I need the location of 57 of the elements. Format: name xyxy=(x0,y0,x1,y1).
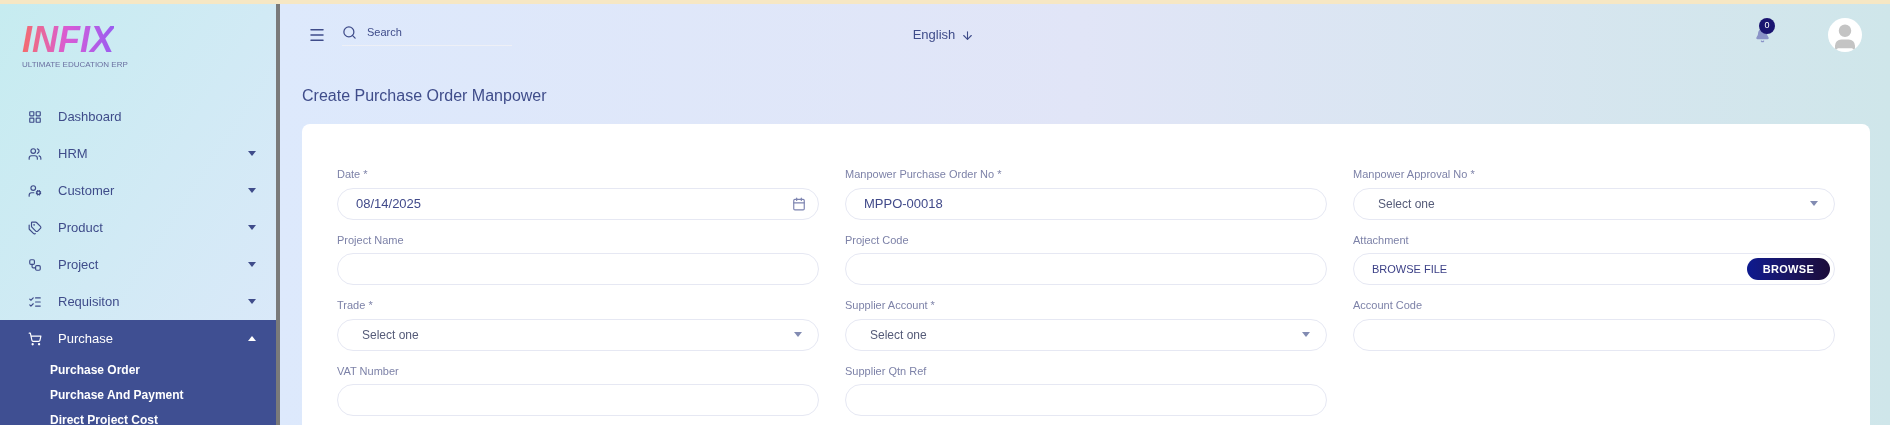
sidebar-subitem[interactable]: Purchase Order xyxy=(0,357,276,382)
text-field[interactable] xyxy=(337,384,819,416)
caret-icon xyxy=(248,299,256,304)
caret-icon xyxy=(794,332,802,337)
select-field[interactable]: Select one xyxy=(845,318,1327,351)
field-label: Manpower Purchase Order No * xyxy=(845,167,1003,182)
field-label: Date * xyxy=(337,167,369,182)
field-label: Project Code xyxy=(845,232,910,248)
caret-icon xyxy=(1810,201,1818,206)
sidebar-item[interactable]: Project xyxy=(0,246,276,283)
arrow-down-icon xyxy=(961,28,975,42)
field-label: VAT Number xyxy=(337,363,400,379)
menu-icon[interactable] xyxy=(308,26,326,44)
sidebar-item[interactable]: Product xyxy=(0,209,276,246)
notification-badge: 0 xyxy=(1759,17,1775,34)
language-selector[interactable]: English xyxy=(912,25,975,45)
field-label: Attachment xyxy=(1353,232,1410,248)
text-field[interactable] xyxy=(1353,318,1835,351)
file-field[interactable]: BROWSE FILE BROWSE xyxy=(1353,253,1835,285)
select-field[interactable]: Select one xyxy=(337,318,819,351)
users-icon xyxy=(28,146,42,161)
workflow-icon xyxy=(28,257,42,272)
caret-icon xyxy=(248,336,256,341)
search-icon xyxy=(342,25,357,40)
select-field[interactable]: Select one xyxy=(1353,187,1835,220)
sidebar-item[interactable]: Dashboard xyxy=(0,98,276,135)
caret-icon xyxy=(248,188,256,193)
field-label: Supplier Account * xyxy=(845,298,936,313)
cart-icon xyxy=(28,331,42,346)
avatar[interactable] xyxy=(1828,18,1862,52)
sidebar-item[interactable]: Requisiton xyxy=(0,283,276,320)
logo-tagline: ULTIMATE EDUCATION ERP xyxy=(22,60,129,70)
field-label: Supplier Qtn Ref xyxy=(845,363,928,379)
field-label: Manpower Approval No * xyxy=(1353,167,1476,182)
sidebar-subitem[interactable]: Purchase And Payment xyxy=(0,382,276,407)
grid-icon xyxy=(28,109,42,124)
caret-icon xyxy=(248,151,256,156)
text-field[interactable] xyxy=(845,384,1327,416)
field-label: Account Code xyxy=(1353,298,1424,313)
caret-icon xyxy=(1302,332,1310,337)
caret-icon xyxy=(248,262,256,267)
browse-button[interactable]: BROWSE xyxy=(1746,258,1830,280)
date-field[interactable]: 08/14/2025 xyxy=(337,187,819,220)
text-field[interactable]: MPPO-00018 xyxy=(845,187,1327,220)
sidebar-item[interactable]: Customer xyxy=(0,172,276,209)
page-title: Create Purchase Order Manpower xyxy=(301,86,548,106)
text-field[interactable] xyxy=(337,253,819,285)
field-label: Trade * xyxy=(337,298,374,313)
field-label: Project Name xyxy=(337,232,405,248)
user-gear-icon xyxy=(28,183,42,198)
calendar-icon xyxy=(792,196,806,211)
tags-icon xyxy=(28,220,42,235)
sidebar-item[interactable]: HRM xyxy=(0,135,276,172)
checklist-icon xyxy=(28,294,42,309)
text-field[interactable] xyxy=(845,253,1327,285)
search-field[interactable]: Search xyxy=(342,24,512,46)
caret-icon xyxy=(248,225,256,230)
